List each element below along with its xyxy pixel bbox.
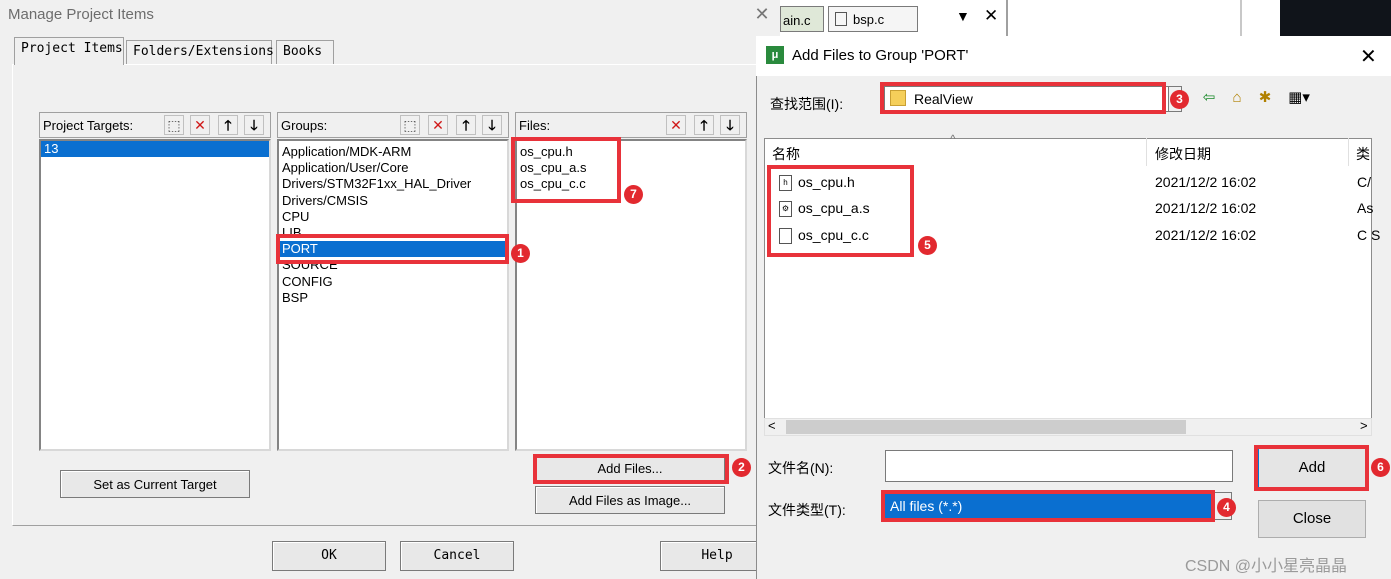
groups-list[interactable]: Application/MDK-ARM Application/User/Cor… xyxy=(277,139,509,451)
new-group-icon[interactable]: ⬚ xyxy=(400,115,420,135)
highlight-box xyxy=(881,490,1215,522)
list-item[interactable]: Drivers/CMSIS xyxy=(279,193,507,209)
close-icon[interactable]: ✕ xyxy=(1360,44,1377,69)
targets-header: Project Targets: ⬚ ✕ 🡑 🡓 xyxy=(39,112,271,138)
annotation-badge: 2 xyxy=(732,458,751,477)
editor-tab-bsp[interactable]: bsp.c xyxy=(828,6,918,32)
chevron-down-icon[interactable]: ▼ xyxy=(956,8,970,24)
highlight-box xyxy=(1254,445,1369,491)
scroll-left-icon[interactable]: < xyxy=(768,418,776,433)
add-files-as-image-button[interactable]: Add Files as Image... xyxy=(535,486,725,514)
annotation-badge: 5 xyxy=(918,236,937,255)
list-item[interactable]: CPU xyxy=(279,209,507,225)
highlight-box xyxy=(276,234,509,264)
scrollbar-thumb[interactable] xyxy=(786,420,1186,434)
close-icon[interactable]: ✕ xyxy=(752,2,772,26)
annotation-badge: 1 xyxy=(511,244,530,263)
delete-group-icon[interactable]: ✕ xyxy=(428,115,448,135)
move-up-icon[interactable]: 🡑 xyxy=(456,115,476,135)
annotation-badge: 3 xyxy=(1170,90,1189,109)
move-up-icon[interactable]: 🡑 xyxy=(694,115,714,135)
sort-arrow-icon: ^ xyxy=(950,132,956,146)
delete-target-icon[interactable]: ✕ xyxy=(190,115,210,135)
back-icon[interactable]: ⇦ xyxy=(1198,87,1220,109)
annotation-badge: 7 xyxy=(624,185,643,204)
annotation-badge: 6 xyxy=(1371,458,1390,477)
groups-header: Groups: ⬚ ✕ 🡑 🡓 xyxy=(277,112,509,138)
editor-tab-main[interactable]: ain.c xyxy=(780,6,824,32)
look-in-label: 查找范围(I): xyxy=(770,96,844,112)
highlight-box xyxy=(767,165,914,257)
move-down-icon[interactable]: 🡓 xyxy=(720,115,740,135)
dialog-title: Manage Project Items xyxy=(8,6,154,23)
view-menu-icon[interactable]: ▦▾ xyxy=(1284,87,1314,109)
divider xyxy=(1006,0,1008,40)
ok-button[interactable]: OK xyxy=(272,541,386,571)
divider xyxy=(1240,0,1242,40)
highlight-box xyxy=(533,454,729,484)
editor-tab-label: bsp.c xyxy=(853,12,885,27)
tab-project-items[interactable]: Project Items xyxy=(14,37,124,65)
move-up-icon[interactable]: 🡑 xyxy=(218,115,238,135)
list-item[interactable]: BSP xyxy=(279,290,507,306)
highlight-box xyxy=(880,82,1166,114)
list-item[interactable]: 13 xyxy=(41,141,269,158)
annotation-badge: 4 xyxy=(1217,498,1236,517)
close-button[interactable]: Close xyxy=(1258,500,1366,538)
dialog-title: Add Files to Group 'PORT' xyxy=(792,47,969,64)
files-header: Files: ✕ 🡑 🡓 xyxy=(515,112,747,138)
watermark: CSDN @小小星亮晶晶 xyxy=(1185,558,1348,575)
tab-books[interactable]: Books xyxy=(276,40,334,64)
file-type-label: 文件类型(T): xyxy=(768,502,846,518)
keil-logo-icon: μ xyxy=(766,46,784,64)
file-date: 2021/12/2 16:02 xyxy=(1155,174,1257,190)
list-item[interactable]: CONFIG xyxy=(279,274,507,290)
close-icon[interactable]: ✕ xyxy=(984,6,998,26)
new-target-icon[interactable]: ⬚ xyxy=(164,115,184,135)
list-item[interactable]: Application/User/Core xyxy=(279,160,507,176)
list-item[interactable]: Drivers/STM32F1xx_HAL_Driver xyxy=(279,176,507,192)
column-header-date[interactable]: 修改日期 xyxy=(1155,144,1211,164)
file-date: 2021/12/2 16:02 xyxy=(1155,227,1257,243)
groups-header-label: Groups: xyxy=(281,118,328,133)
up-folder-icon[interactable]: ⌂ xyxy=(1226,87,1248,109)
targets-list[interactable]: 13 xyxy=(39,139,271,451)
file-icon xyxy=(835,12,847,26)
file-name-input[interactable] xyxy=(885,450,1233,482)
set-current-target-button[interactable]: Set as Current Target xyxy=(60,470,250,498)
file-type: As xyxy=(1357,200,1374,216)
divider xyxy=(1146,138,1147,166)
files-header-label: Files: xyxy=(519,118,551,133)
new-folder-icon[interactable]: ✱ xyxy=(1254,87,1276,109)
tab-folders-extensions[interactable]: Folders/Extensions xyxy=(126,40,274,64)
column-header-type[interactable]: 类 xyxy=(1356,144,1370,164)
list-item[interactable]: Application/MDK-ARM xyxy=(279,144,507,160)
move-down-icon[interactable]: 🡓 xyxy=(244,115,264,135)
file-type: C S xyxy=(1357,227,1381,243)
targets-header-label: Project Targets: xyxy=(43,118,134,133)
cancel-button[interactable]: Cancel xyxy=(400,541,514,571)
file-type: C/ xyxy=(1357,174,1371,190)
file-name-label: 文件名(N): xyxy=(768,460,834,476)
highlight-box xyxy=(511,137,621,203)
divider xyxy=(1348,138,1349,166)
scroll-right-icon[interactable]: > xyxy=(1360,418,1368,433)
delete-file-icon[interactable]: ✕ xyxy=(666,115,686,135)
file-date: 2021/12/2 16:02 xyxy=(1155,200,1257,216)
move-down-icon[interactable]: 🡓 xyxy=(482,115,502,135)
column-header-name[interactable]: 名称 xyxy=(772,144,800,164)
background-image xyxy=(1280,0,1391,40)
